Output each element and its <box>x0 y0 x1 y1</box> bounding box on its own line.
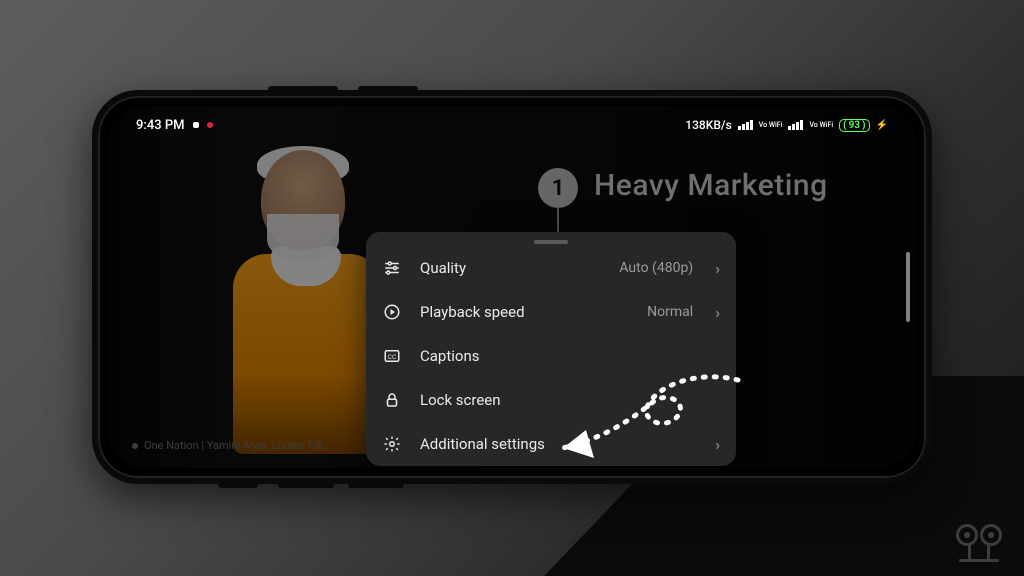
menu-item-playback-speed[interactable]: Playback speed Normal › <box>366 290 736 334</box>
mic-icon <box>132 443 138 449</box>
signal-icon <box>738 120 753 130</box>
tune-icon <box>382 258 402 278</box>
phone-button-bottom <box>348 482 404 488</box>
menu-label: Captions <box>420 347 720 365</box>
screen: 1 Heavy Marketing One Nation | Yamini Ai… <box>108 106 916 468</box>
svg-text:CC: CC <box>388 355 397 361</box>
settings-sheet[interactable]: Quality Auto (480p) › Playback speed Nor… <box>366 232 736 466</box>
watermark-logo <box>956 524 1002 562</box>
video-caption: One Nation | Yamini Aiyar, Louise Till..… <box>132 439 330 452</box>
menu-label: Additional settings <box>420 435 693 453</box>
menu-item-quality[interactable]: Quality Auto (480p) › <box>366 246 736 290</box>
menu-label: Playback speed <box>420 303 629 321</box>
charging-icon: ⚡ <box>876 120 888 131</box>
status-bar: 9:43 PM 138KB/s Vo WiFi Vo WiFi (93) ⚡ <box>108 112 916 138</box>
menu-value: Normal <box>647 304 693 320</box>
phone-frame: 1 Heavy Marketing One Nation | Yamini Ai… <box>92 90 932 484</box>
gesture-bar[interactable] <box>906 252 910 322</box>
signal-icon <box>788 120 803 130</box>
chevron-right-icon: › <box>715 303 720 322</box>
person-figure <box>223 150 383 450</box>
play-icon <box>382 302 402 322</box>
menu-label: Lock screen <box>420 391 720 409</box>
gear-icon <box>382 434 402 454</box>
menu-value: Auto (480p) <box>619 260 693 276</box>
status-notif-icon <box>193 122 199 128</box>
chevron-right-icon: › <box>715 259 720 278</box>
menu-item-lock-screen[interactable]: Lock screen <box>366 378 736 422</box>
status-net-rate: 138KB/s <box>685 118 731 132</box>
status-notif-icon <box>207 122 213 128</box>
video-heading: Heavy Marketing <box>594 168 828 203</box>
phone-button-top <box>268 86 338 92</box>
vowifi-icon: Vo WiFi <box>809 122 833 129</box>
menu-item-captions[interactable]: CC Captions <box>366 334 736 378</box>
vowifi-icon: Vo WiFi <box>759 122 783 129</box>
status-time: 9:43 PM <box>136 118 185 133</box>
cc-icon: CC <box>382 346 402 366</box>
chevron-right-icon: › <box>715 435 720 454</box>
phone-button-top <box>358 86 418 92</box>
list-number-badge: 1 <box>538 168 578 208</box>
battery-icon: (93) <box>839 119 869 132</box>
phone-button-bottom <box>218 482 258 488</box>
video-caption-text: One Nation | Yamini Aiyar, Louise Till..… <box>144 439 330 452</box>
menu-item-additional-settings[interactable]: Additional settings › <box>366 422 736 466</box>
lock-icon <box>382 390 402 410</box>
phone-button-bottom <box>278 482 334 488</box>
drag-handle[interactable] <box>534 240 568 244</box>
menu-label: Quality <box>420 259 601 277</box>
